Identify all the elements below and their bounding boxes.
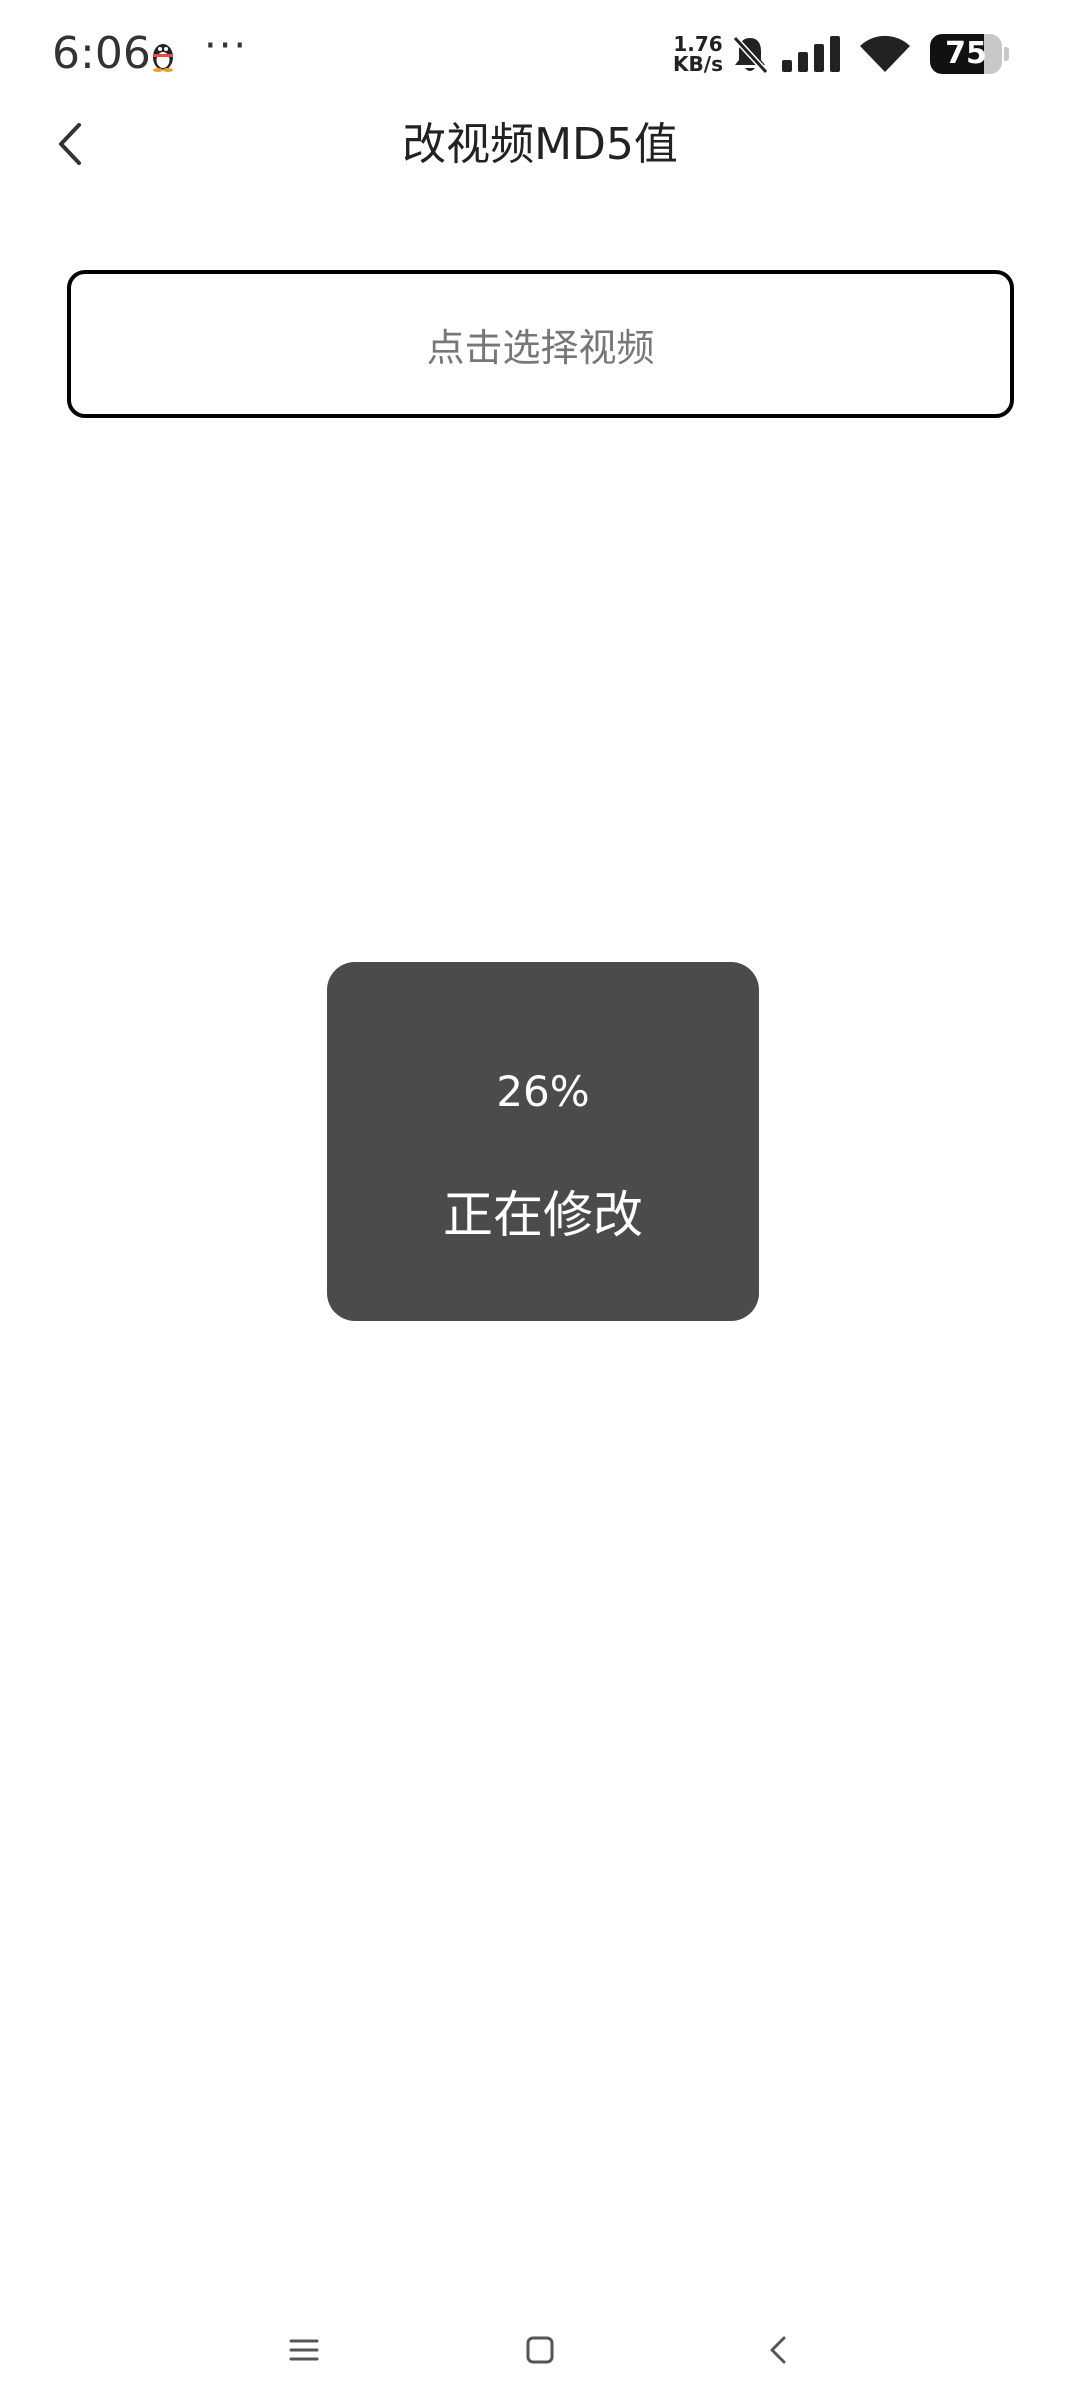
network-speed: 1.76 KB/s bbox=[670, 34, 726, 74]
progress-dialog: 26% 正在修改 bbox=[327, 962, 759, 1321]
status-more-dots: ··· bbox=[204, 23, 249, 69]
wifi-icon bbox=[860, 35, 910, 72]
nav-home-button[interactable] bbox=[510, 2320, 570, 2380]
status-time: 6:06 bbox=[52, 28, 151, 79]
navigation-bar bbox=[0, 2300, 1080, 2400]
nav-menu-button[interactable] bbox=[274, 2320, 334, 2380]
back-button[interactable] bbox=[40, 114, 100, 174]
menu-icon bbox=[289, 2339, 319, 2361]
progress-percent: 26% bbox=[496, 1067, 590, 1116]
battery-cap bbox=[1004, 47, 1009, 61]
title-bar: 改视频MD5值 bbox=[0, 110, 1080, 180]
select-video-button[interactable]: 点击选择视频 bbox=[67, 270, 1014, 418]
nav-back-button[interactable] bbox=[748, 2320, 808, 2380]
qq-penguin-icon bbox=[153, 44, 173, 72]
progress-status-text: 正在修改 bbox=[443, 1186, 643, 1244]
home-icon bbox=[526, 2336, 554, 2364]
bell-muted-icon bbox=[732, 35, 769, 75]
page-title: 改视频MD5值 bbox=[402, 119, 678, 170]
network-speed-unit: KB/s bbox=[673, 52, 723, 76]
signal-icon bbox=[782, 36, 840, 72]
battery-icon: 75 bbox=[930, 34, 1002, 74]
network-speed-value: 1.76 bbox=[673, 32, 723, 56]
chevron-left-icon bbox=[59, 123, 81, 165]
back-icon bbox=[770, 2336, 786, 2364]
status-bar: 6:06 ··· 1.76 KB/s 75 bbox=[0, 0, 1080, 110]
battery-level: 75 bbox=[945, 36, 987, 71]
